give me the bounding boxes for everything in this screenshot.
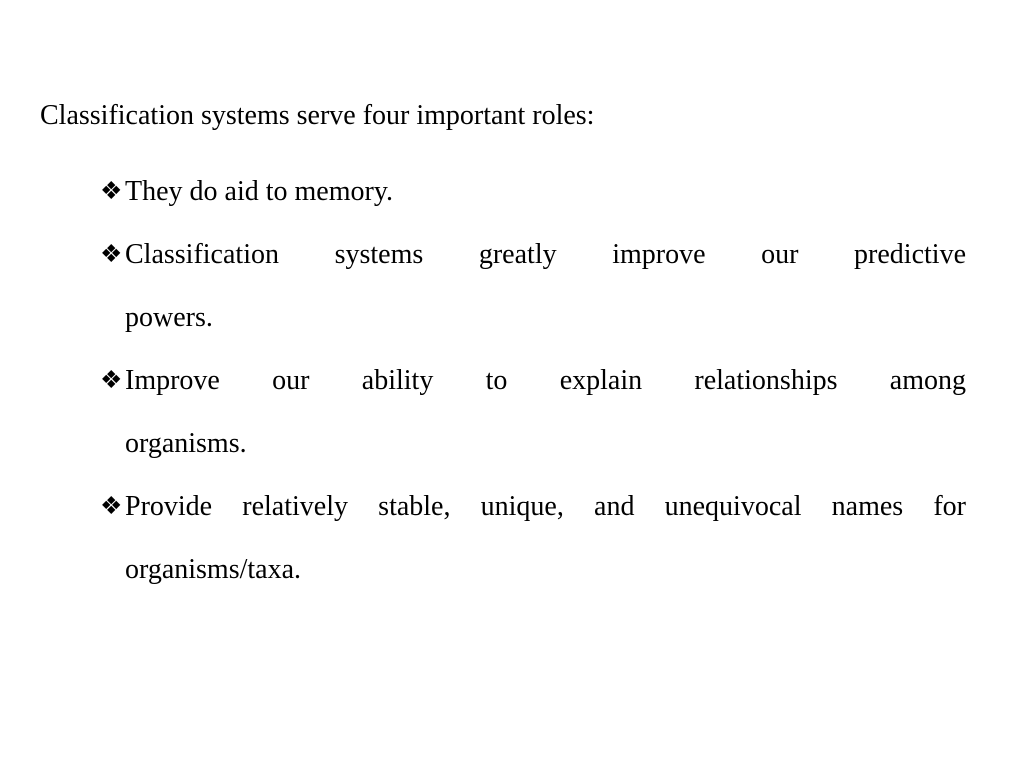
diamond-bullet-icon: ❖ [100,367,123,394]
bullet-line: Classification systems greatly improve o… [125,239,966,270]
bullet-line: Improve our ability to explain relations… [125,365,966,396]
bullet-line: powers. [125,302,213,333]
bullet-item-predictive-powers: ❖ Classification systems greatly improve… [100,223,966,349]
diamond-bullet-icon: ❖ [100,178,123,205]
bullet-item-aid-to-memory: ❖ They do aid to memory. [100,160,966,223]
bullet-item-stable-unique-names: ❖ Provide relatively stable, unique, and… [100,475,966,601]
lead-in-text: Classification systems serve four import… [40,100,595,131]
diamond-bullet-icon: ❖ [100,241,123,268]
slide-canvas: Classification systems serve four import… [0,0,1024,768]
diamond-bullet-icon: ❖ [100,493,123,520]
bullet-list: ❖ They do aid to memory. ❖ Classificatio… [100,160,966,601]
bullet-line: Provide relatively stable, unique, and u… [125,491,966,522]
bullet-line: They do aid to memory. [125,176,394,207]
bullet-line: organisms. [125,428,247,459]
bullet-line: organisms/taxa. [125,554,302,585]
bullet-item-explain-relationships: ❖ Improve our ability to explain relatio… [100,349,966,475]
